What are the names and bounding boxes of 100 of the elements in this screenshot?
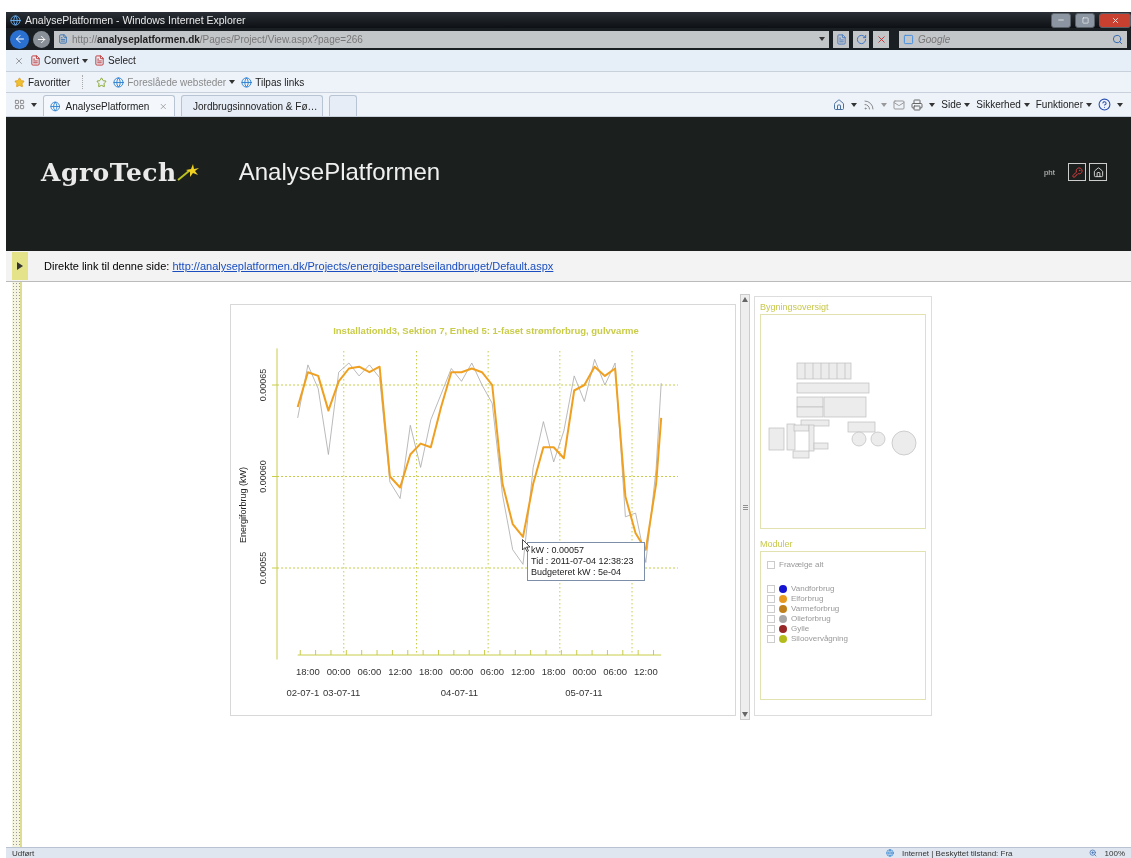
- window-title: AnalysePlatformen - Windows Internet Explorer: [25, 14, 246, 26]
- page-icon: [58, 34, 68, 44]
- command-menu[interactable]: Funktioner: [1035, 99, 1092, 110]
- checkbox[interactable]: [767, 560, 775, 569]
- address-field[interactable]: http://analyseplatformen.dk/Pages/Project/View.aspx?page=266: [54, 30, 829, 48]
- back-arrow-icon: [13, 33, 26, 45]
- stop-button[interactable]: [873, 30, 889, 48]
- browser-tab[interactable]: Jordbrugsinnovation & Fø…: [181, 95, 323, 116]
- date-label: 03-07-11: [323, 687, 361, 698]
- x-tick-label: 06:00: [603, 666, 627, 677]
- x-tick-label: 12:00: [388, 666, 412, 677]
- globe-icon: [885, 849, 894, 857]
- checkbox[interactable]: [767, 624, 775, 633]
- checkbox[interactable]: [767, 594, 775, 603]
- x-tick-label: 00:00: [449, 666, 474, 677]
- panel-title: Moduler: [760, 538, 794, 549]
- printer-icon[interactable]: [911, 98, 924, 111]
- search-icon[interactable]: [1112, 33, 1123, 45]
- select-button[interactable]: Select: [94, 55, 136, 66]
- help-icon[interactable]: [1098, 98, 1111, 111]
- x-tick-label: 12:00: [511, 666, 535, 677]
- zoom-level[interactable]: 100%: [1104, 848, 1125, 858]
- y-tick-label: 0.00055: [258, 551, 268, 585]
- caret-icon[interactable]: [1117, 102, 1123, 107]
- feed-icon[interactable]: [863, 98, 876, 111]
- convert-menu[interactable]: Convert: [30, 55, 88, 66]
- refresh-button[interactable]: [853, 30, 869, 48]
- x-tick-label: 00:00: [572, 666, 597, 677]
- tooltip-line: Budgeteret kW : 5e-04: [531, 567, 623, 578]
- x-tick-label: 18:00: [296, 666, 320, 677]
- y-tick-label: 0.00065: [258, 368, 268, 402]
- address-text: http://analyseplatformen.dk/Pages/Project/View.aspx?page=266: [72, 33, 363, 45]
- maximize-button[interactable]: [1075, 12, 1095, 28]
- x-tick-label: 18:00: [541, 666, 566, 677]
- globe-icon: [241, 76, 253, 88]
- favorites-link[interactable]: Tilpas links: [241, 76, 305, 88]
- caret-icon: [1086, 102, 1092, 107]
- refresh-icon: [855, 33, 867, 45]
- panel-toggle-button[interactable]: [12, 252, 28, 280]
- home-icon: [1092, 166, 1104, 178]
- status-text: Udført: [12, 848, 35, 858]
- caret-icon[interactable]: [851, 102, 858, 107]
- panel-title: Bygningsoversigt: [760, 302, 830, 312]
- checkbox[interactable]: [767, 634, 775, 643]
- command-menu[interactable]: Side: [941, 99, 971, 110]
- date-label: 04-07-11: [440, 687, 479, 698]
- page-link[interactable]: http://analyseplatformen.dk/Projects/energibesparelseilandbruget/Default.aspx: [172, 260, 554, 272]
- checkbox[interactable]: [767, 604, 775, 613]
- date-label: 02-07-1: [286, 687, 320, 698]
- grip-icon[interactable]: [742, 504, 748, 510]
- scroll-up-icon[interactable]: [742, 297, 748, 302]
- date-label: 05-07-11: [565, 687, 603, 698]
- x-tick-label: 18:00: [418, 666, 443, 677]
- x-tick-label: 06:00: [357, 666, 382, 677]
- home-icon[interactable]: [833, 98, 846, 111]
- favorites-button[interactable]: Favoritter: [14, 76, 71, 88]
- compatibility-button[interactable]: [833, 30, 849, 48]
- site-title: AnalysePlatformen: [238, 158, 441, 186]
- maximize-icon: [1081, 16, 1089, 24]
- caret-icon: [964, 102, 971, 107]
- tooltip-line: kW : 0.00057: [531, 545, 586, 556]
- x-tick-label: 12:00: [633, 666, 658, 677]
- close-icon[interactable]: [14, 55, 24, 66]
- x-tick-label: 00:00: [326, 666, 351, 677]
- minimize-button[interactable]: [1051, 12, 1071, 28]
- caret-icon[interactable]: [31, 102, 37, 107]
- back-button[interactable]: [10, 29, 29, 49]
- link-label: Direkte link til denne side:: [44, 260, 170, 272]
- key-icon: [1071, 166, 1083, 178]
- star-logo-icon: [176, 163, 201, 181]
- caret-icon[interactable]: [929, 102, 936, 107]
- forward-button[interactable]: [33, 30, 50, 48]
- tooltip-line: Tid : 2011-07-04 12:38:23: [531, 556, 635, 567]
- checkbox[interactable]: [767, 584, 775, 593]
- y-axis-label: Energiforbrug (kW): [238, 467, 248, 543]
- close-icon: [1110, 15, 1120, 25]
- user-name: pht: [1043, 167, 1055, 177]
- zoom-icon: [1088, 849, 1097, 857]
- minimize-icon: [1057, 16, 1065, 24]
- chart-title: InstallationId3, Sektion 7, Enhed 5: 1-faset strømforbrug, gulvvarme: [333, 325, 639, 336]
- globe-icon: [50, 100, 61, 112]
- caret-icon: [229, 80, 236, 84]
- home-button[interactable]: [1089, 163, 1107, 181]
- logout-button[interactable]: [1068, 163, 1086, 181]
- forward-arrow-icon: [36, 33, 47, 45]
- star-icon: [14, 76, 25, 88]
- scroll-down-icon[interactable]: [742, 712, 748, 717]
- page-icon: [835, 33, 847, 45]
- globe-icon: [113, 76, 125, 88]
- document-icon: [94, 55, 105, 66]
- quick-tabs-icon[interactable]: [14, 99, 25, 110]
- scrollbar[interactable]: [740, 294, 750, 720]
- security-zone: Internet | Beskyttet tilstand: Fra: [901, 848, 1013, 858]
- play-icon: [17, 262, 23, 270]
- browser-logo-icon: [10, 14, 21, 26]
- caret-icon: [82, 58, 88, 63]
- checkbox[interactable]: [767, 614, 775, 623]
- caret-icon[interactable]: [819, 37, 825, 41]
- browser-tab[interactable]: AnalysePlatformen: [43, 95, 175, 116]
- command-menu[interactable]: Sikkerhed: [976, 99, 1030, 110]
